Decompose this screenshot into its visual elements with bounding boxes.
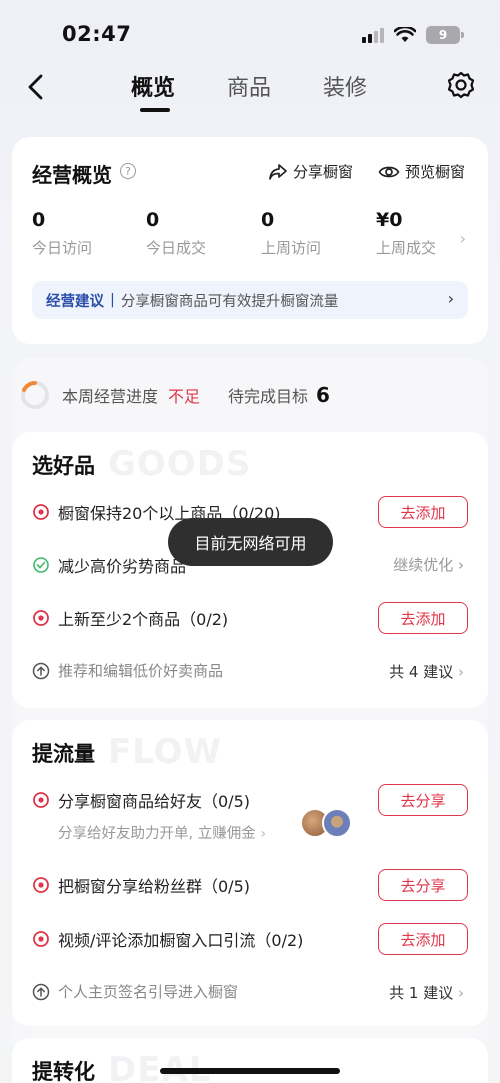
status-icons: 9 bbox=[362, 26, 464, 44]
top-nav: 概览 商品 装修 bbox=[0, 62, 500, 122]
target-icon bbox=[33, 504, 49, 520]
battery-icon: 9 bbox=[426, 26, 464, 44]
task-text: 上新至少2个商品（0/2) bbox=[58, 610, 229, 629]
status-time: 02:47 bbox=[62, 22, 132, 46]
suggestion-count-link[interactable]: 共 4 建议 › bbox=[389, 661, 464, 682]
stat-last-week-deals[interactable]: ¥0 上周成交 bbox=[376, 209, 436, 258]
stat-value: 0 bbox=[32, 209, 46, 231]
add-product-button[interactable]: 去添加 bbox=[378, 496, 468, 528]
suggestion-text: 推荐和编辑低价好卖商品 bbox=[58, 662, 224, 680]
stat-value: ¥0 bbox=[376, 209, 403, 231]
section-deal: DEAL 提转化 bbox=[12, 1038, 488, 1083]
network-toast: 目前无网络可用 bbox=[168, 518, 333, 566]
share-window-button[interactable]: 分享橱窗 bbox=[268, 161, 353, 182]
help-icon[interactable]: ? bbox=[120, 163, 136, 179]
tab-products[interactable]: 商品 bbox=[227, 70, 271, 102]
wifi-icon bbox=[394, 27, 416, 43]
preview-window-label: 预览橱窗 bbox=[405, 163, 466, 181]
advice-label: 经营建议 bbox=[46, 293, 104, 310]
stat-label: 今日成交 bbox=[146, 239, 207, 257]
overview-title: 经营概览 bbox=[32, 163, 112, 187]
task-item: 把橱窗分享给粉丝群（0/5) bbox=[32, 873, 250, 897]
suggestion-count: 共 4 建议 bbox=[389, 663, 454, 681]
chevron-right-icon[interactable]: › bbox=[460, 229, 466, 248]
suggestion-row[interactable]: 个人主页签名引导进入橱窗 bbox=[32, 981, 238, 1002]
progress-status: 不足 bbox=[168, 387, 201, 406]
suggestion-row[interactable]: 推荐和编辑低价好卖商品 bbox=[32, 660, 223, 681]
stat-today-visits[interactable]: 0 今日访问 bbox=[32, 209, 92, 258]
stat-label: 上周成交 bbox=[376, 239, 437, 257]
tab-overview[interactable]: 概览 bbox=[131, 70, 175, 102]
suggestion-count-link[interactable]: 共 1 建议 › bbox=[389, 982, 464, 1003]
share-icon bbox=[269, 163, 287, 180]
cellular-signal-icon bbox=[362, 27, 384, 43]
share-to-friends-button[interactable]: 去分享 bbox=[378, 784, 468, 816]
stat-label: 上周访问 bbox=[261, 239, 322, 257]
target-icon bbox=[33, 931, 49, 947]
task-text: 把橱窗分享给粉丝群（0/5) bbox=[58, 877, 250, 896]
section-title: 提转化 bbox=[32, 1060, 95, 1083]
suggestion-count: 共 1 建议 bbox=[389, 984, 454, 1002]
section-goods: GOODS 选好品 橱窗保持20个以上商品（0/20) 去添加 减少高价劣势商品… bbox=[12, 432, 488, 708]
goal-count: 6 bbox=[316, 383, 330, 407]
check-circle-icon bbox=[33, 557, 49, 573]
task-text: 分享橱窗商品给好友（0/5) bbox=[58, 792, 250, 811]
advice-separator: | bbox=[110, 292, 115, 308]
section-flow: FLOW 提流量 分享橱窗商品给好友（0/5) 分享给好友助力开单, 立赚佣金 … bbox=[12, 720, 488, 1026]
task-text: 减少高价劣势商品 bbox=[58, 557, 187, 576]
back-icon[interactable] bbox=[22, 72, 52, 102]
section-watermark: DEAL bbox=[108, 1050, 212, 1083]
status-bar: 02:47 9 bbox=[0, 0, 500, 70]
battery-level: 9 bbox=[438, 28, 448, 42]
task-subtext-label: 分享给好友助力开单, 立赚佣金 bbox=[58, 826, 256, 842]
advice-text: 分享橱窗商品可有效提升橱窗流量 bbox=[120, 293, 339, 310]
stat-value: 0 bbox=[261, 209, 275, 231]
tab-decoration[interactable]: 装修 bbox=[323, 70, 367, 102]
section-watermark: GOODS bbox=[108, 444, 252, 484]
progress-ring-icon bbox=[21, 380, 49, 409]
eye-icon bbox=[378, 166, 400, 177]
weekly-progress-row: 本周经营进度 不足 待完成目标 6 bbox=[20, 380, 330, 410]
target-icon bbox=[33, 877, 49, 893]
task-item: 上新至少2个商品（0/2) bbox=[32, 606, 228, 630]
add-entry-button[interactable]: 去添加 bbox=[378, 923, 468, 955]
task-item: 视频/评论添加橱窗入口引流（0/2) bbox=[32, 927, 303, 951]
home-indicator[interactable] bbox=[160, 1068, 340, 1074]
task-item: 减少高价劣势商品 bbox=[32, 553, 186, 577]
section-title: 选好品 bbox=[32, 454, 95, 478]
progress-label: 本周经营进度 bbox=[62, 387, 159, 406]
section-watermark: FLOW bbox=[108, 732, 223, 772]
business-advice-bar[interactable]: 经营建议 | 分享橱窗商品可有效提升橱窗流量 › bbox=[32, 281, 468, 319]
friend-avatars bbox=[300, 808, 352, 838]
continue-optimize-link[interactable]: 继续优化 › bbox=[393, 554, 464, 575]
goal-label: 待完成目标 bbox=[228, 387, 309, 406]
target-icon bbox=[33, 610, 49, 626]
task-text: 视频/评论添加橱窗入口引流（0/2) bbox=[58, 931, 304, 950]
stat-label: 今日访问 bbox=[32, 239, 93, 257]
active-tab-indicator bbox=[140, 108, 170, 112]
avatar bbox=[322, 808, 352, 838]
section-title: 提流量 bbox=[32, 742, 95, 766]
share-to-fans-button[interactable]: 去分享 bbox=[378, 869, 468, 901]
stat-today-deals[interactable]: 0 今日成交 bbox=[146, 209, 206, 258]
add-new-product-button[interactable]: 去添加 bbox=[378, 602, 468, 634]
arrow-up-circle-icon bbox=[32, 983, 50, 1000]
chevron-right-icon: › bbox=[447, 289, 454, 308]
stat-last-week-visits[interactable]: 0 上周访问 bbox=[261, 209, 321, 258]
suggestion-text: 个人主页签名引导进入橱窗 bbox=[58, 983, 239, 1001]
continue-optimize-label: 继续优化 bbox=[393, 556, 454, 574]
share-window-label: 分享橱窗 bbox=[293, 163, 354, 181]
arrow-up-circle-icon bbox=[32, 662, 50, 679]
target-icon bbox=[33, 792, 49, 808]
stat-value: 0 bbox=[146, 209, 160, 231]
gear-icon[interactable] bbox=[446, 70, 476, 100]
task-subtext[interactable]: 分享给好友助力开单, 立赚佣金 › bbox=[58, 822, 266, 843]
preview-window-button[interactable]: 预览橱窗 bbox=[378, 161, 465, 182]
task-item: 分享橱窗商品给好友（0/5) bbox=[32, 788, 250, 812]
overview-card: 经营概览 ? 分享橱窗 预览橱窗 0 今日访问 0 今日成交 0 上周访问 ¥0… bbox=[12, 137, 488, 344]
